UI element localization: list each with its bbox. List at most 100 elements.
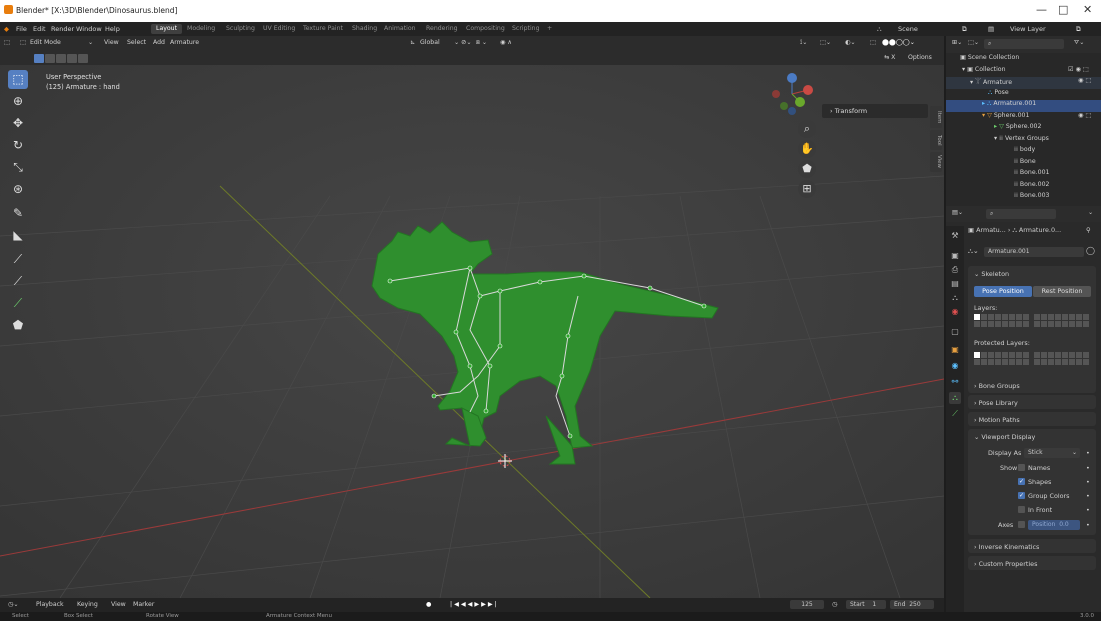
axes-checkbox[interactable] <box>1018 521 1025 528</box>
view-layer-browse-icon[interactable]: ⧉ <box>1076 25 1081 34</box>
move-tool-icon[interactable]: ✥ <box>8 114 28 133</box>
outliner-row[interactable]: ⛬ Pose <box>946 89 1101 101</box>
outliner-row[interactable]: ⁞⁞ Bone <box>946 158 1101 170</box>
output-tab-icon[interactable]: ⎙ <box>949 264 961 276</box>
chevron-down-icon[interactable]: ⌄ <box>1088 209 1093 216</box>
outliner-row[interactable]: ▾ ▽ Sphere.001 ◉ ⬚ <box>946 112 1101 124</box>
armature-data-icon[interactable]: ⛬⌄ <box>968 247 979 256</box>
datablock-name-field[interactable]: Armature.001 <box>984 247 1084 257</box>
outliner-row[interactable]: ▾ ⁞⁞ Vertex Groups <box>946 135 1101 147</box>
render-tab-icon[interactable]: ▣ <box>949 250 961 262</box>
protected-grid-d[interactable] <box>1034 359 1089 365</box>
zoom-icon[interactable]: ⌕ <box>798 120 816 138</box>
names-checkbox[interactable] <box>1018 464 1025 471</box>
bone-groups-panel[interactable]: › Bone Groups <box>968 378 1096 392</box>
outliner-row[interactable]: ▸ ⛬ Armature.001 <box>946 100 1101 112</box>
select-box-tool-icon[interactable]: ⬚ <box>8 70 28 89</box>
pan-hand-icon[interactable]: ✋ <box>798 140 816 158</box>
measure-tool-icon[interactable]: ◣ <box>8 226 28 245</box>
xray-toggle-icon[interactable]: ⬚ <box>870 39 876 46</box>
tab-animation[interactable]: Animation <box>384 25 416 32</box>
bone-tab-icon[interactable]: ⟋ <box>949 408 961 420</box>
close-button[interactable]: ✕ <box>1083 3 1092 16</box>
menu-edit[interactable]: Edit <box>33 25 46 33</box>
annotate-tool-icon[interactable]: ✎ <box>8 204 28 223</box>
menu-marker[interactable]: Marker <box>133 601 154 608</box>
timeline-editor-icon[interactable]: ◷⌄ <box>8 601 19 608</box>
motion-paths-panel[interactable]: › Motion Paths <box>968 412 1096 426</box>
menu-armature[interactable]: Armature <box>170 39 199 46</box>
axes-position-field[interactable]: Position 0.0 <box>1028 520 1080 530</box>
physics-tab-icon[interactable]: ◉ <box>949 360 961 372</box>
menu-window[interactable]: Window <box>76 25 102 33</box>
in-front-checkbox[interactable] <box>1018 506 1025 513</box>
animate-dot-icon[interactable]: • <box>1086 464 1090 472</box>
animate-dot-icon[interactable]: • <box>1086 449 1090 457</box>
scene-browse-icon[interactable]: ⧉ <box>962 25 967 34</box>
menu-help[interactable]: Help <box>105 25 120 33</box>
tab-tool[interactable]: Tool <box>930 130 942 150</box>
properties-editor-icon[interactable]: ▤⌄ <box>952 209 963 216</box>
outliner-row[interactable]: ⁞⁞ Bone.003 <box>946 192 1101 204</box>
bone-size-tool-icon[interactable]: ⟋ <box>8 272 28 291</box>
outliner-row[interactable]: ▣ Scene Collection <box>946 54 1101 66</box>
camera-icon[interactable]: ⬟ <box>798 160 816 178</box>
viewport-3d[interactable]: ⬚ ⬚ Edit Mode ⌄ View Select Add Armature… <box>0 36 944 598</box>
tab-uv-editing[interactable]: UV Editing <box>263 25 295 32</box>
scene-tab-icon[interactable]: ⛬ <box>949 292 961 304</box>
menu-render[interactable]: Render <box>51 25 74 33</box>
collection-tab-icon[interactable]: ▢ <box>949 326 961 338</box>
layers-grid-b[interactable] <box>1034 314 1089 320</box>
tab-modeling[interactable]: Modeling <box>187 25 215 32</box>
outliner-row[interactable]: ▾ 𓀠 Armature ◉ ⬚ <box>946 77 1101 89</box>
outliner-row[interactable]: ⁞⁞ body <box>946 146 1101 158</box>
frame-end-field[interactable]: End 250 <box>890 600 934 609</box>
object-tab-icon[interactable]: ▣ <box>949 344 961 356</box>
world-tab-icon[interactable]: ◉ <box>949 306 961 318</box>
protected-grid-c[interactable] <box>974 359 1029 365</box>
mirror-icon[interactable]: ⇆ X <box>884 54 895 61</box>
menu-playback[interactable]: Playback <box>36 601 64 608</box>
pose-position-button[interactable]: Pose Position <box>974 286 1032 297</box>
record-icon[interactable]: ● <box>426 601 431 608</box>
current-frame-field[interactable]: 125 <box>790 600 824 609</box>
group-colors-checkbox[interactable]: ✓ <box>1018 492 1025 499</box>
protected-grid-a[interactable] <box>974 352 1029 358</box>
bone-envelope-tool-icon[interactable]: ⬟ <box>8 316 28 335</box>
inverse-kinematics-panel[interactable]: › Inverse Kinematics <box>968 539 1096 553</box>
tab-texture-paint[interactable]: Texture Paint <box>303 25 343 32</box>
transform-tool-icon[interactable]: ⊛ <box>8 180 28 199</box>
animate-dot-icon[interactable]: • <box>1086 478 1090 486</box>
visibility-icon[interactable]: ⟟⌄ <box>800 39 808 47</box>
tab-view[interactable]: View <box>930 152 942 172</box>
editor-type-icon[interactable]: ⬚ <box>4 39 10 46</box>
overlay-toggle-icon[interactable]: ◐⌄ <box>845 39 856 46</box>
armature-data-tab-icon[interactable]: ⛬ <box>949 392 961 404</box>
tab-item[interactable]: Item <box>930 106 942 128</box>
shapes-checkbox[interactable]: ✓ <box>1018 478 1025 485</box>
pose-library-panel[interactable]: › Pose Library <box>968 395 1096 409</box>
clock-icon[interactable]: ◷ <box>832 601 837 608</box>
outliner-row[interactable]: ⁞⁞ Bone.001 <box>946 169 1101 181</box>
animate-dot-icon[interactable]: • <box>1086 492 1090 500</box>
view-layer-tab-icon[interactable]: ▤ <box>949 278 961 290</box>
options-menu[interactable]: Options <box>908 54 932 61</box>
animate-dot-icon[interactable]: • <box>1086 521 1090 529</box>
rotate-tool-icon[interactable]: ↻ <box>8 136 28 155</box>
skeleton-panel-header[interactable]: ⌄ Skeleton <box>974 270 1009 278</box>
extrude-tool-icon[interactable]: ⟋ <box>8 294 28 313</box>
rest-position-button[interactable]: Rest Position <box>1033 286 1091 297</box>
menu-view[interactable]: View <box>104 39 119 46</box>
maximize-button[interactable]: □ <box>1058 3 1068 16</box>
eye-icon[interactable]: ◉ ⬚ <box>1078 77 1091 84</box>
display-as-dropdown[interactable]: Stick ⌄ <box>1024 448 1080 458</box>
proportional-edit-icon[interactable]: ◉ ∧ <box>500 39 512 46</box>
menu-file[interactable]: File <box>16 25 27 33</box>
select-mode-new-icon[interactable] <box>34 54 44 63</box>
cursor-tool-icon[interactable]: ⊕ <box>8 92 28 111</box>
tab-sculpting[interactable]: Sculpting <box>226 25 255 32</box>
menu-select[interactable]: Select <box>127 39 146 46</box>
outliner-search-input[interactable]: ⌕ <box>984 39 1064 49</box>
ortho-grid-icon[interactable]: ⊞ <box>798 180 816 198</box>
outliner-editor-icon[interactable]: ⊞⌄ <box>952 39 962 46</box>
